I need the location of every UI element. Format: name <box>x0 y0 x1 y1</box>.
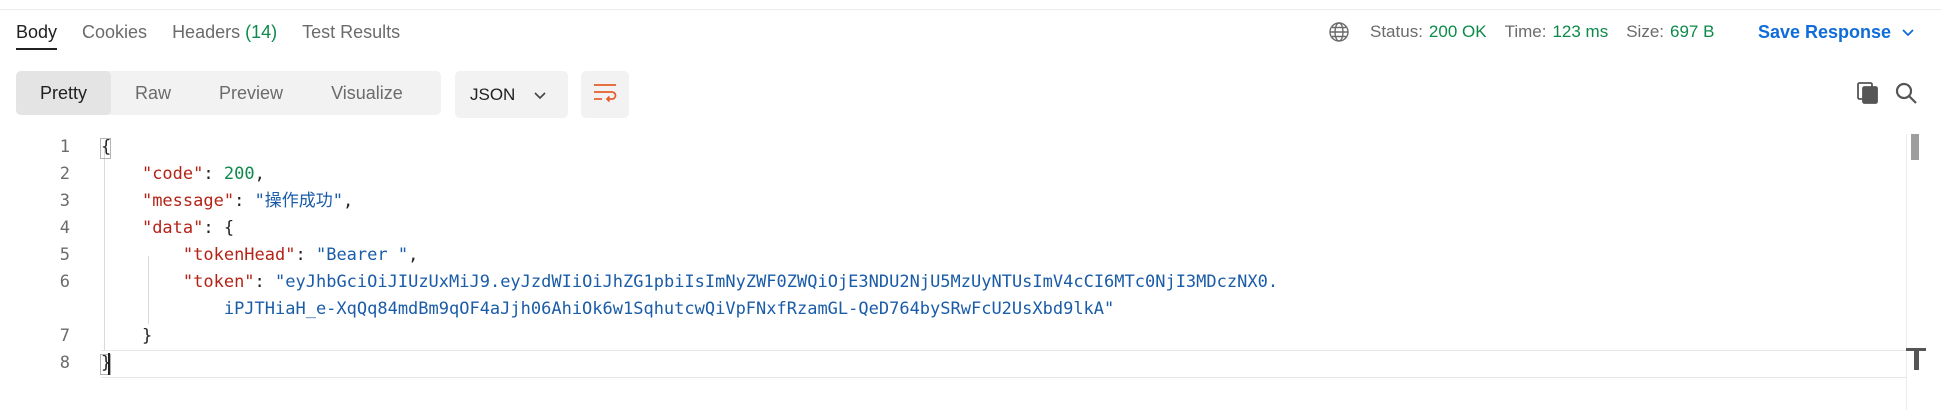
size-label: Size: <box>1626 22 1664 41</box>
json-string: "Bearer " <box>315 245 409 265</box>
time-value[interactable]: 123 ms <box>1552 22 1608 42</box>
globe-icon[interactable] <box>1328 21 1350 43</box>
response-tabs: Body Cookies Headers (14) Test Results <box>16 20 425 50</box>
text-cursor <box>108 353 110 375</box>
tab-headers-label: Headers <box>172 22 241 42</box>
code-line: 7 } <box>0 323 1941 350</box>
scrollbar-cursor-marker <box>1914 348 1919 370</box>
status-value[interactable]: 200 OK <box>1429 22 1487 42</box>
tab-cookies[interactable]: Cookies <box>82 20 147 50</box>
code-line: 5 "tokenHead": "Bearer ", <box>0 242 1941 269</box>
save-response-button[interactable]: Save Response <box>1758 20 1915 44</box>
json-number: 200 <box>223 164 255 184</box>
json-string: "eyJhbGciOiJIUzUxMiJ9.eyJzdWIiOiJhZG1pbi… <box>275 272 1279 292</box>
json-brace: { <box>223 218 235 238</box>
status-label: Status: <box>1370 22 1423 41</box>
tab-body[interactable]: Body <box>16 20 58 50</box>
format-dropdown[interactable]: JSON <box>455 71 568 118</box>
code-text: "tokenHead": "Bearer ", <box>182 245 419 265</box>
json-key: "message" <box>141 191 235 211</box>
tab-test-results[interactable]: Test Results <box>302 20 400 50</box>
wrap-lines-icon <box>592 81 618 108</box>
line-number: 4 <box>59 218 70 238</box>
json-string: "操作成功" <box>254 191 344 211</box>
json-brace: { <box>101 137 112 157</box>
headers-count-badge: (14) <box>245 22 278 42</box>
save-response-label: Save Response <box>1758 21 1892 42</box>
time-label: Time: <box>1504 22 1547 41</box>
code-text: "token": "eyJhbGciOiJIUzUxMiJ9.eyJzdWIiO… <box>182 272 1279 292</box>
code-line: 3 "message": "操作成功", <box>0 188 1941 215</box>
size-value[interactable]: 697 B <box>1670 22 1714 42</box>
wrap-lines-button[interactable] <box>581 71 629 118</box>
view-mode-selector: Pretty Raw Preview Visualize <box>16 71 441 115</box>
code-line-wrapped: iPJTHiaH_e-XqQq84mdBm9qOF4aJjh06AhiOk6w1… <box>0 296 1941 323</box>
json-brace: } <box>141 326 153 346</box>
code-line: 6 "token": "eyJhbGciOiJIUzUxMiJ9.eyJzdWI… <box>0 269 1941 296</box>
line-number: 2 <box>59 164 70 184</box>
line-number: 6 <box>59 272 70 292</box>
code-line: 2 "code": 200, <box>0 161 1941 188</box>
line-number: 7 <box>59 326 70 346</box>
code-line: 8 } <box>0 350 1941 377</box>
json-key: "code" <box>141 164 204 184</box>
json-key: "data" <box>141 218 204 238</box>
format-label: JSON <box>470 84 516 104</box>
code-text: "message": "操作成功", <box>141 191 354 211</box>
scrollbar-track[interactable] <box>1906 134 1907 410</box>
code-text: iPJTHiaH_e-XqQq84mdBm9qOF4aJjh06AhiOk6w1… <box>101 296 1114 323</box>
code-line: 4 "data": { <box>0 215 1941 242</box>
json-string: iPJTHiaH_e-XqQq84mdBm9qOF4aJjh06AhiOk6w1… <box>223 299 1115 319</box>
json-key: "token" <box>182 272 255 292</box>
scrollbar-thumb[interactable] <box>1911 134 1919 160</box>
search-icon[interactable] <box>1893 80 1919 106</box>
code-text: "code": 200, <box>141 164 265 184</box>
line-number: 1 <box>59 137 70 157</box>
response-body-editor[interactable]: 1 { 2 "code": 200, 3 "message": "操作成功", … <box>0 134 1941 410</box>
chevron-down-icon <box>533 88 547 102</box>
view-pretty[interactable]: Pretty <box>16 71 112 115</box>
top-divider <box>0 0 1941 10</box>
response-meta: Status: 200 OK Time: 123 ms Size: 697 B <box>1328 20 1732 44</box>
view-raw[interactable]: Raw <box>111 71 195 115</box>
line-number: 5 <box>59 245 70 265</box>
view-visualize[interactable]: Visualize <box>307 71 427 115</box>
chevron-down-icon <box>1901 25 1915 39</box>
copy-icon[interactable] <box>1855 80 1881 106</box>
code-text: } <box>101 323 152 350</box>
view-preview[interactable]: Preview <box>195 71 307 115</box>
line-number: 8 <box>59 353 70 373</box>
json-key: "tokenHead" <box>182 245 296 265</box>
code-text: "data": { <box>141 218 235 238</box>
code-line: 1 { <box>0 134 1941 161</box>
code-text: { <box>101 134 111 161</box>
line-number: 3 <box>59 191 70 211</box>
tab-headers[interactable]: Headers (14) <box>172 20 277 50</box>
